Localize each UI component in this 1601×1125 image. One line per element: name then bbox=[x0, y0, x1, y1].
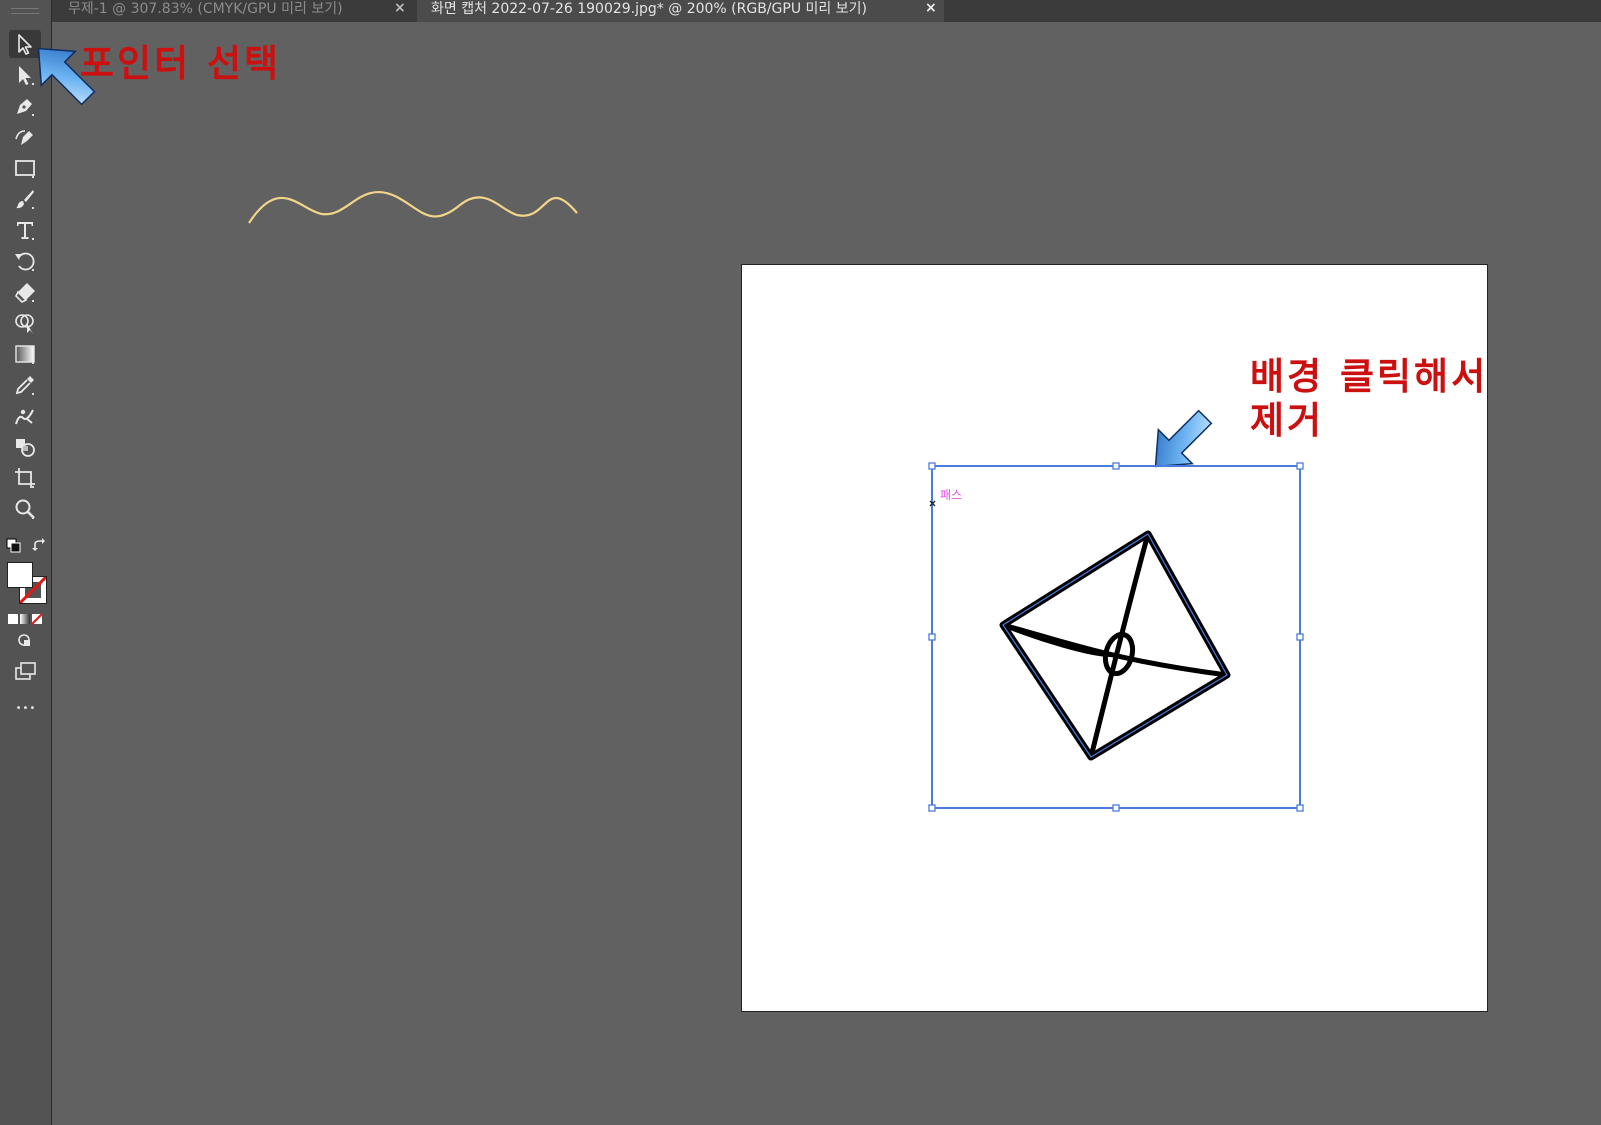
wavy-line-path bbox=[248, 190, 578, 224]
canvas-overlay bbox=[37, 47, 1304, 812]
remove-background-annotation-line2: 제거 bbox=[1250, 399, 1325, 442]
pointer-select-annotation: 포인터 선택 bbox=[80, 42, 282, 85]
remove-background-annotation-line1: 배경 클릭해서 bbox=[1250, 355, 1489, 398]
octahedron-artwork bbox=[999, 530, 1231, 761]
background-annotation-arrow bbox=[1154, 409, 1213, 468]
selection-type-label: 패스 bbox=[940, 488, 963, 502]
